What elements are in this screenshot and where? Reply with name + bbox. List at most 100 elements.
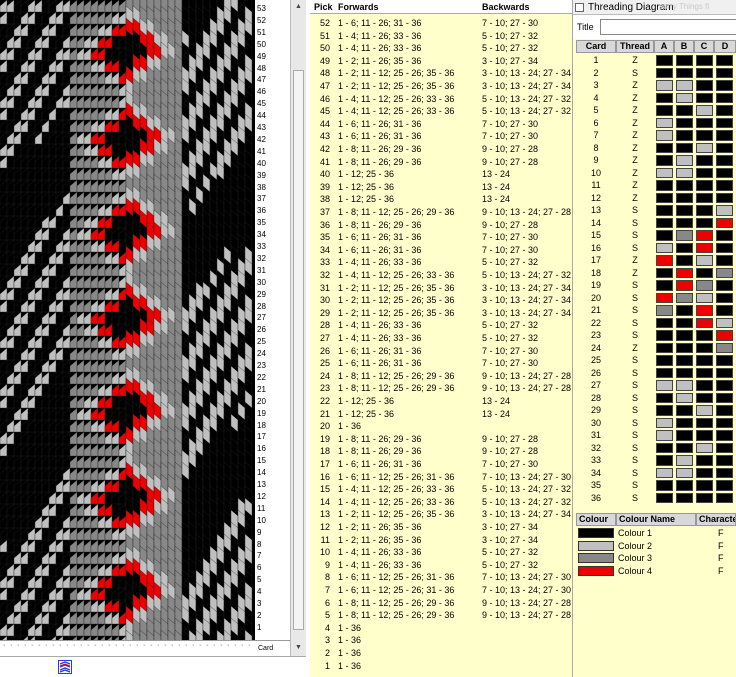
card-column-header[interactable]: Card	[576, 40, 616, 53]
thread-direction[interactable]: Z	[616, 142, 654, 155]
pick-row[interactable]: 10 1 - 4; 11 - 26; 33 - 36 5 - 10; 27 - 32	[310, 546, 572, 559]
hole-cell[interactable]	[716, 367, 733, 378]
colour-swatch[interactable]	[578, 553, 614, 563]
hole-cell[interactable]	[716, 380, 733, 391]
pick-row[interactable]: 44 1 - 6; 11 - 26; 31 - 36 7 - 10; 27 - 30	[310, 118, 572, 131]
pick-row[interactable]: 47 1 - 2; 11 - 12; 25 - 26; 35 - 36 3 - 10…	[310, 80, 572, 93]
hole-cell[interactable]	[656, 142, 673, 153]
hole-cell[interactable]	[696, 317, 713, 328]
pick-row[interactable]: 13 1 - 2; 11 - 12; 25 - 26; 35 - 36 3 - 10…	[310, 508, 572, 521]
hole-cell[interactable]	[696, 205, 713, 216]
hole-cell[interactable]	[676, 292, 693, 303]
hole-cell[interactable]	[716, 155, 733, 166]
hole-cell[interactable]	[676, 380, 693, 391]
thread-direction[interactable]: S	[616, 317, 654, 330]
thread-direction[interactable]: Z	[616, 129, 654, 142]
hole-cell[interactable]	[696, 342, 713, 353]
hole-cell[interactable]	[656, 305, 673, 316]
hole-cell[interactable]	[696, 130, 713, 141]
pick-row[interactable]: 17 1 - 6; 11 - 26; 31 - 36 7 - 10; 27 - 30	[310, 458, 572, 471]
hole-cell[interactable]	[696, 142, 713, 153]
hole-cell[interactable]	[716, 430, 733, 441]
thread-direction[interactable]: S	[616, 429, 654, 442]
hole-cell[interactable]	[716, 417, 733, 428]
hole-cell[interactable]	[696, 480, 713, 491]
hole-cell[interactable]	[676, 392, 693, 403]
hole-cell[interactable]	[676, 467, 693, 478]
hole-cell[interactable]	[656, 317, 673, 328]
thread-direction[interactable]: S	[616, 242, 654, 255]
pick-row[interactable]: 19 1 - 8; 11 - 26; 29 - 36 9 - 10; 27 - 28	[310, 433, 572, 446]
hole-cell[interactable]	[696, 455, 713, 466]
hole-cell[interactable]	[656, 417, 673, 428]
hole-cell[interactable]	[696, 67, 713, 78]
colour-row[interactable]: Colour 4 F	[576, 565, 736, 578]
thread-direction[interactable]: S	[616, 492, 654, 505]
hole-cell[interactable]	[676, 80, 693, 91]
colour-name-column-header[interactable]: Colour Name	[616, 513, 696, 526]
hole-cell[interactable]	[696, 180, 713, 191]
hole-c-header[interactable]: C	[694, 40, 714, 53]
hole-cell[interactable]	[696, 442, 713, 453]
thread-direction[interactable]: S	[616, 304, 654, 317]
thread-direction[interactable]: S	[616, 442, 654, 455]
hole-cell[interactable]	[676, 105, 693, 116]
hole-cell[interactable]	[676, 55, 693, 66]
hole-cell[interactable]	[716, 92, 733, 103]
backwards-column-header[interactable]: Backwards	[482, 2, 530, 12]
hole-cell[interactable]	[716, 305, 733, 316]
hole-cell[interactable]	[696, 467, 713, 478]
hole-cell[interactable]	[696, 230, 713, 241]
pick-row[interactable]: 41 1 - 8; 11 - 26; 29 - 36 9 - 10; 27 - 28	[310, 156, 572, 169]
pick-row[interactable]: 29 1 - 2; 11 - 12; 25 - 26; 35 - 36 3 - 10…	[310, 307, 572, 320]
thread-direction[interactable]: S	[616, 404, 654, 417]
hole-cell[interactable]	[696, 242, 713, 253]
hole-cell[interactable]	[676, 267, 693, 278]
hole-cell[interactable]	[656, 205, 673, 216]
hole-cell[interactable]	[696, 167, 713, 178]
hole-cell[interactable]	[656, 405, 673, 416]
pick-row[interactable]: 2 1 - 36	[310, 647, 572, 660]
hole-cell[interactable]	[696, 217, 713, 228]
hole-cell[interactable]	[656, 167, 673, 178]
pick-row[interactable]: 3 1 - 36	[310, 634, 572, 647]
pick-row[interactable]: 18 1 - 8; 11 - 26; 29 - 36 9 - 10; 27 - 28	[310, 445, 572, 458]
hole-cell[interactable]	[716, 192, 733, 203]
hole-cell[interactable]	[676, 167, 693, 178]
hole-cell[interactable]	[656, 392, 673, 403]
hole-cell[interactable]	[656, 280, 673, 291]
thread-direction[interactable]: Z	[616, 117, 654, 130]
thread-direction[interactable]: S	[616, 392, 654, 405]
hole-cell[interactable]	[676, 442, 693, 453]
pick-row[interactable]: 4 1 - 36	[310, 622, 572, 635]
pick-row[interactable]: 48 1 - 2; 11 - 12; 25 - 26; 35 - 36 3 - 10…	[310, 67, 572, 80]
hole-cell[interactable]	[696, 367, 713, 378]
hole-cell[interactable]	[676, 255, 693, 266]
hole-cell[interactable]	[676, 192, 693, 203]
hole-cell[interactable]	[696, 380, 713, 391]
thread-direction[interactable]: Z	[616, 254, 654, 267]
hole-cell[interactable]	[676, 155, 693, 166]
thread-direction[interactable]: S	[616, 454, 654, 467]
thread-direction[interactable]: Z	[616, 92, 654, 105]
hole-cell[interactable]	[696, 105, 713, 116]
hole-cell[interactable]	[656, 105, 673, 116]
hole-cell[interactable]	[676, 280, 693, 291]
hole-cell[interactable]	[656, 80, 673, 91]
hole-cell[interactable]	[656, 155, 673, 166]
pick-row[interactable]: 12 1 - 2; 11 - 26; 35 - 36 3 - 10; 27 - 34	[310, 521, 572, 534]
hole-cell[interactable]	[676, 130, 693, 141]
hole-cell[interactable]	[676, 230, 693, 241]
hole-cell[interactable]	[716, 467, 733, 478]
colour-row[interactable]: Colour 1 F	[576, 527, 736, 540]
hole-cell[interactable]	[656, 67, 673, 78]
hole-cell[interactable]	[696, 292, 713, 303]
window-checkbox[interactable]	[575, 3, 584, 12]
pick-row[interactable]: 37 1 - 8; 11 - 12; 25 - 26; 29 - 36 9 - 10…	[310, 206, 572, 219]
hole-cell[interactable]	[676, 117, 693, 128]
pick-row[interactable]: 1 1 - 36	[310, 660, 572, 673]
hole-cell[interactable]	[696, 192, 713, 203]
colour-swatch[interactable]	[578, 528, 614, 538]
thread-direction[interactable]: S	[616, 204, 654, 217]
thread-direction[interactable]: Z	[616, 154, 654, 167]
